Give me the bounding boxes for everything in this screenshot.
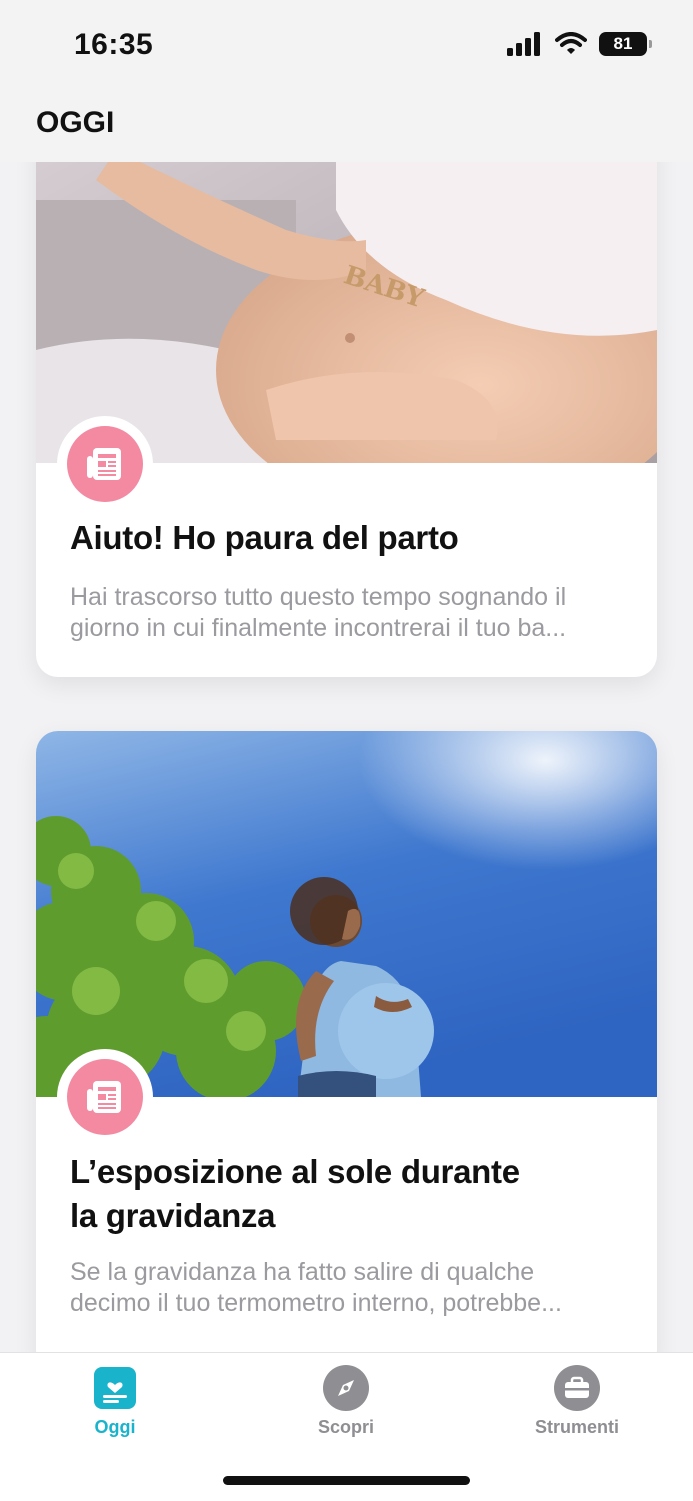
battery-indicator: 81	[599, 32, 652, 56]
tab-label: Scopri	[317, 1417, 374, 1437]
article-title: Aiuto! Ho paura del parto	[70, 519, 459, 556]
page-title: OGGI	[36, 106, 115, 139]
page-header: OGGI	[0, 92, 693, 162]
compass-icon	[323, 1365, 369, 1411]
article-excerpt: Se la gravidanza ha fatto salire di qual…	[70, 1258, 562, 1317]
today-icon	[92, 1365, 138, 1411]
article-icon	[67, 1059, 143, 1135]
tab-label: Oggi	[94, 1417, 136, 1437]
article-title-line: la gravidanza	[70, 1197, 276, 1234]
today-feed[interactable]: BABY Aiuto! Ho paura del parto Hai trasc…	[0, 0, 693, 1352]
article-icon	[67, 426, 143, 502]
article-excerpt: Hai trascorso tutto questo tempo sognand…	[70, 583, 567, 642]
home-indicator[interactable]	[223, 1476, 470, 1485]
article-card[interactable]: BABY Aiuto! Ho paura del parto Hai trasc…	[36, 120, 657, 677]
battery-level: 81	[613, 34, 633, 53]
tab-label: Strumenti	[534, 1417, 619, 1437]
status-bar: 16:35 81	[0, 0, 693, 92]
tab-scopri[interactable]: Scopri	[266, 1365, 426, 1438]
article-card[interactable]: L’esposizione al sole durante la gravida…	[36, 731, 657, 1352]
status-time: 16:35	[74, 28, 154, 61]
toolbox-icon	[554, 1365, 600, 1411]
article-title: L’esposizione al sole durante la gravida…	[70, 1150, 627, 1238]
article-image	[36, 731, 657, 1097]
wifi-icon	[555, 32, 587, 54]
article-image: BABY	[36, 120, 657, 463]
tab-strumenti[interactable]: Strumenti	[497, 1365, 657, 1438]
article-title-line: L’esposizione al sole durante	[70, 1153, 520, 1190]
tab-oggi[interactable]: Oggi	[35, 1365, 195, 1438]
cellular-signal-icon	[507, 32, 540, 56]
